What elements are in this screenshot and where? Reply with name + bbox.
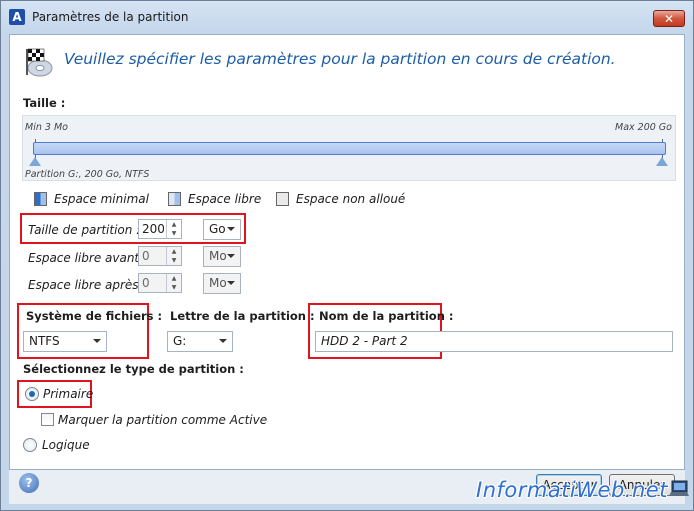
unallocated-space-swatch <box>276 192 289 206</box>
free-before-stepper[interactable]: 0 ▲ ▼ <box>138 246 182 266</box>
partition-name-label: Nom de la partition : <box>319 309 454 323</box>
dialog-content: Veuillez spécifier les paramètres pour l… <box>9 34 685 470</box>
min-size-label: Min 3 Mo <box>25 122 68 133</box>
partition-type-label: Sélectionnez le type de partition : <box>23 362 244 376</box>
free-after-stepper[interactable]: 0 ▲ ▼ <box>138 273 182 293</box>
logical-label[interactable]: Logique <box>42 438 90 452</box>
partition-size-value: 200 <box>142 222 165 236</box>
spin-buttons[interactable]: ▲ ▼ <box>166 247 181 265</box>
chevron-down-icon <box>227 281 235 285</box>
logical-radio[interactable] <box>23 438 37 452</box>
primary-radio[interactable] <box>25 387 39 401</box>
active-partition-checkbox[interactable] <box>41 413 54 426</box>
filesystem-label: Système de fichiers : <box>26 309 163 323</box>
free-after-label: Espace libre après : <box>28 278 147 292</box>
watermark-text: InformatiWeb.net <box>476 478 668 502</box>
filesystem-select[interactable]: NTFS <box>23 331 107 352</box>
legend-label: Espace minimal <box>54 192 149 206</box>
partition-settings-window: A Paramètres de la partition ✕ Veuillez … <box>0 0 694 511</box>
drive-letter-value: G: <box>173 334 187 348</box>
slider-start-handle[interactable] <box>29 157 41 166</box>
dialog-heading: Veuillez spécifier les paramètres pour l… <box>64 50 616 68</box>
partition-name-input[interactable]: HDD 2 - Part 2 <box>315 331 673 352</box>
partition-info-text: Partition G:, 200 Go, NTFS <box>25 169 150 180</box>
help-icon[interactable]: ? <box>19 473 39 493</box>
partition-size-slider[interactable]: Min 3 Mo Max 200 Go Partition G:, 200 Go… <box>22 115 676 181</box>
window-title: Paramètres de la partition <box>32 10 189 24</box>
free-after-unit-select[interactable]: Mo <box>203 273 241 294</box>
chevron-down-icon <box>219 339 227 343</box>
slider-track[interactable] <box>33 142 666 155</box>
partition-size-stepper[interactable]: 200 ▲ ▼ <box>138 219 182 239</box>
partition-name-value: HDD 2 - Part 2 <box>321 334 408 348</box>
checkered-flag-disk-icon <box>26 48 53 77</box>
size-label: Taille : <box>23 96 66 110</box>
legend-label: Espace non alloué <box>296 192 406 206</box>
free-after-value: 0 <box>142 276 150 290</box>
free-before-value: 0 <box>142 249 150 263</box>
drive-letter-select[interactable]: G: <box>167 331 233 352</box>
chevron-down-icon <box>93 339 101 343</box>
laptop-icon <box>669 480 689 496</box>
title-bar[interactable]: A Paramètres de la partition ✕ <box>1 1 693 31</box>
spin-buttons[interactable]: ▲ ▼ <box>166 274 181 292</box>
close-button[interactable]: ✕ <box>653 10 685 27</box>
minimal-space-swatch <box>34 192 47 206</box>
partition-size-unit-select[interactable]: Go <box>203 219 241 240</box>
primary-label[interactable]: Primaire <box>43 387 93 401</box>
chevron-down-icon <box>227 254 235 258</box>
spin-buttons[interactable]: ▲ ▼ <box>166 220 181 238</box>
chevron-down-icon <box>227 227 235 231</box>
active-partition-label[interactable]: Marquer la partition comme Active <box>58 413 267 427</box>
unit-value: Go <box>209 222 226 236</box>
slider-end-handle[interactable] <box>656 157 668 166</box>
drive-letter-label: Lettre de la partition : <box>170 309 315 323</box>
unit-value: Mo <box>209 276 227 290</box>
partition-size-label: Taille de partition : <box>28 223 141 237</box>
filesystem-value: NTFS <box>29 334 60 348</box>
free-space-swatch <box>168 192 181 206</box>
legend-label: Espace libre <box>188 192 262 206</box>
free-before-unit-select[interactable]: Mo <box>203 246 241 267</box>
unit-value: Mo <box>209 249 227 263</box>
acronis-app-icon: A <box>9 9 25 25</box>
free-before-label: Espace libre avant : <box>28 251 147 265</box>
max-size-label: Max 200 Go <box>615 122 672 133</box>
